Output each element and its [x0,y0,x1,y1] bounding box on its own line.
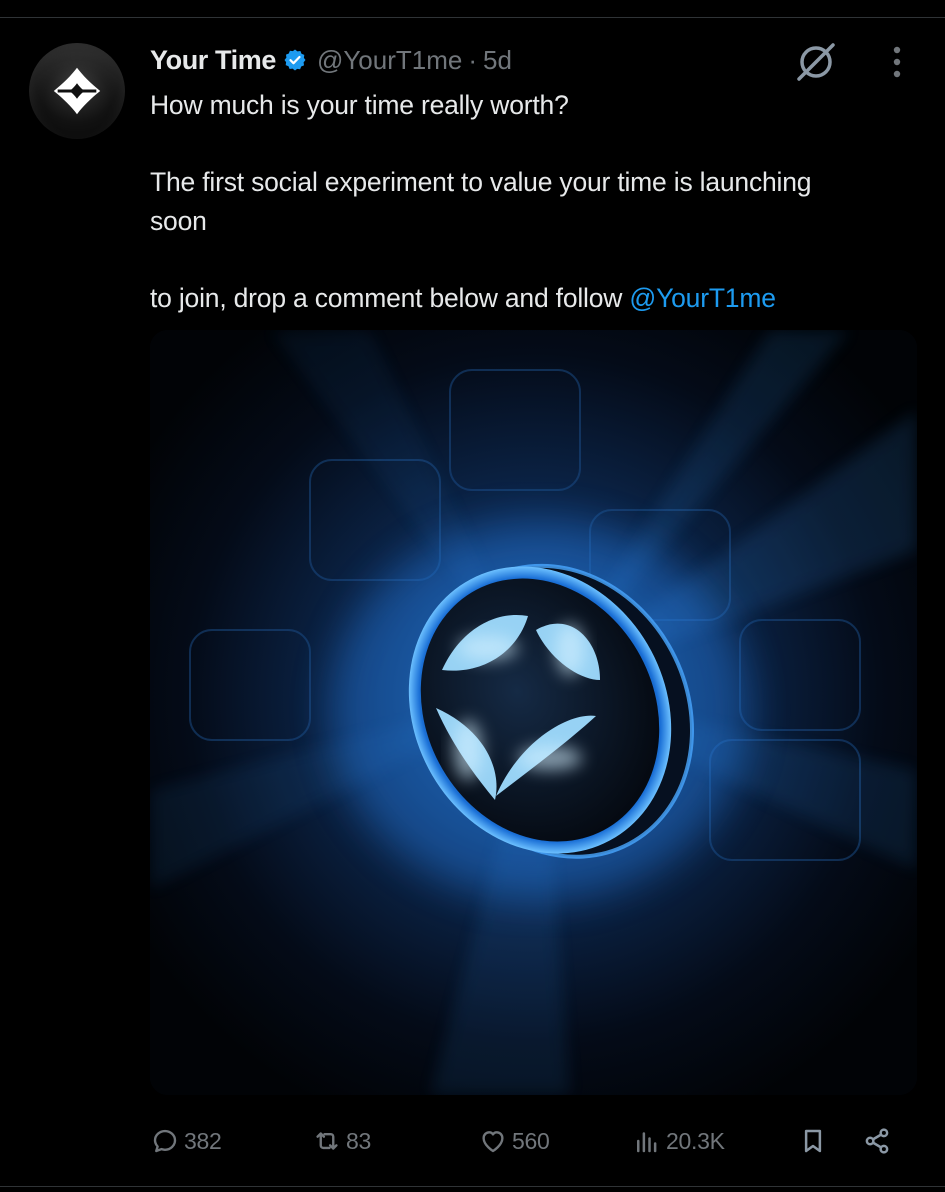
share-icon [865,1128,889,1154]
tweet-media-image[interactable] [150,330,917,1095]
reply-count: 382 [184,1127,222,1154]
avatar[interactable] [29,43,125,139]
separator-dot: · [468,44,477,75]
repost-button[interactable]: 83 [312,1118,371,1164]
bookmark-button[interactable] [798,1118,832,1164]
heart-icon [482,1131,504,1153]
mention-link[interactable]: @YourT1me [629,283,776,313]
grok-icon[interactable] [795,40,837,82]
reply-button[interactable]: 382 [150,1118,222,1164]
verified-badge-icon [284,49,306,71]
tweet-line-with-mention: to join, drop a comment below and follow… [150,279,920,318]
tweet-header: Your Time @YourT1me · 5d [150,42,512,78]
tweet-line: to join, drop a comment below and follow [150,282,630,313]
reply-icon [153,1129,177,1153]
tweet-actions-bar: 382 83 560 20.3K [0,1118,945,1164]
more-icon[interactable] [885,44,909,80]
share-button[interactable] [862,1118,896,1164]
glowing-coin-image [150,330,917,1095]
views-button[interactable]: 20.3K [632,1118,725,1164]
bookmark-icon [804,1129,822,1153]
tweet-line: The first social experiment to value you… [150,167,812,197]
timestamp[interactable]: 5d [483,45,512,76]
repost-icon [316,1132,338,1150]
repost-count: 83 [346,1127,371,1154]
bottom-divider [0,1186,945,1187]
top-divider [0,17,945,18]
views-count: 20.3K [666,1127,725,1154]
like-button[interactable]: 560 [478,1118,550,1164]
your-time-logo-icon [53,67,101,115]
tweet-line: soon [150,205,207,236]
tweet-text: How much is your time really worth? The … [150,86,920,317]
like-count: 560 [512,1127,550,1154]
author-name[interactable]: Your Time [150,45,276,76]
author-handle[interactable]: @YourT1me [317,45,462,76]
views-icon [637,1132,657,1153]
tweet-line: How much is your time really worth? [150,90,569,120]
